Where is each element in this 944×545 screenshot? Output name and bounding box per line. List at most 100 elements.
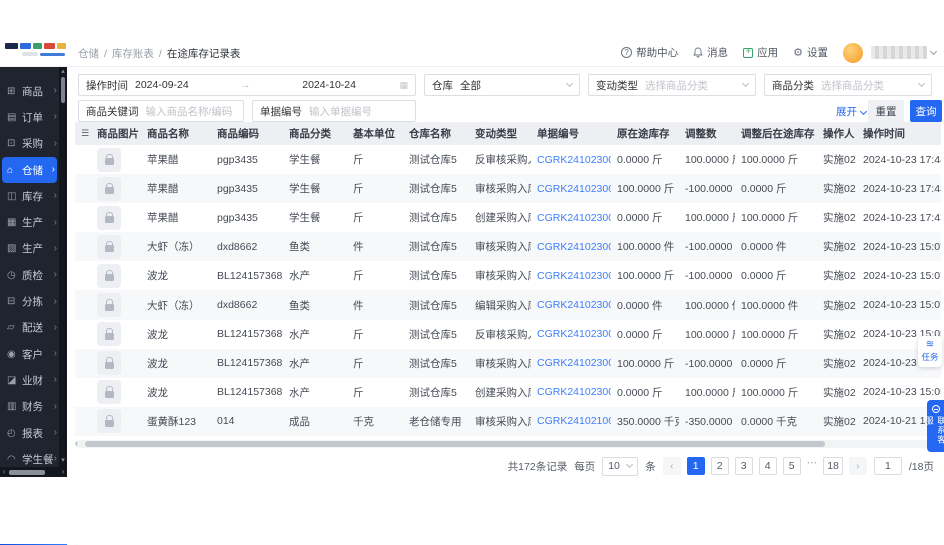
- chevron-right-icon: ›: [53, 85, 57, 97]
- next-page-button[interactable]: ›: [848, 457, 867, 475]
- sidebar-item-label: 订单: [22, 111, 43, 124]
- doc-number-link[interactable]: CGRK24102300001: [537, 328, 611, 340]
- doc-number-link[interactable]: CGRK24102300001: [537, 270, 611, 282]
- doc-number-link[interactable]: CGRK24102300001: [537, 299, 611, 311]
- breadcrumb-item: 在途库存记录表: [166, 48, 241, 60]
- page-button-2[interactable]: 2: [710, 457, 729, 475]
- sidebar-vertical-scrollbar[interactable]: [59, 67, 67, 467]
- sidebar-item-1[interactable]: ⊞ 商品 ›: [0, 78, 59, 104]
- cell-unit: 斤: [353, 183, 364, 196]
- student-meal-icon: ◠: [7, 453, 16, 465]
- sidebar-item-2[interactable]: ▤ 订单 ›: [0, 104, 59, 130]
- sidebar-item-12[interactable]: ◪ 业财 ›: [0, 367, 59, 393]
- sidebar-item-6[interactable]: ▦ 生产 ›: [0, 209, 59, 235]
- scroll-left-icon[interactable]: ‹: [75, 439, 78, 448]
- sidebar-item-13[interactable]: ▥ 财务 ›: [0, 394, 59, 420]
- apps-icon: [743, 46, 754, 58]
- expand-toggle[interactable]: 展开: [836, 104, 868, 119]
- cell-after: 0.0000 斤: [741, 357, 787, 370]
- change-type-label: 变动类型: [596, 79, 638, 92]
- sidebar-item-7[interactable]: ▧ 生产 ›: [0, 236, 59, 262]
- doc-number-link[interactable]: CGRK24102300002: [537, 154, 611, 166]
- cell-category: 水产: [289, 386, 310, 399]
- sidebar-horizontal-scrollbar[interactable]: [0, 467, 67, 477]
- product-image-placeholder: [97, 234, 121, 259]
- scrollbar-thumb[interactable]: [9, 469, 45, 475]
- apps-button[interactable]: 应用: [743, 45, 778, 60]
- cell-adjust: -100.0000 斤: [685, 183, 735, 196]
- doc-number-link[interactable]: CGRK24102300001: [537, 357, 611, 369]
- scroll-right-icon[interactable]: [59, 467, 67, 477]
- sidebar-item-5[interactable]: ◫ 库存 ›: [0, 183, 59, 209]
- column-settings-icon[interactable]: ☰: [75, 128, 91, 139]
- change-type-select[interactable]: 变动类型 选择商品分类: [588, 74, 756, 96]
- warehouse-select[interactable]: 仓库 全部: [424, 74, 580, 96]
- prev-page-button[interactable]: ‹: [662, 457, 681, 475]
- doc-number-link[interactable]: CGRK24102300002: [537, 212, 611, 224]
- tasks-widget[interactable]: ≋ 任务: [918, 336, 942, 367]
- table-body: 苹果醋pgp3435学生餐斤测试仓库5反审核采购入库CGRK2410230000…: [75, 145, 941, 436]
- category-select[interactable]: 商品分类 选择商品分类: [764, 74, 932, 96]
- keyword-input[interactable]: 商品关键词 输入商品名称/编码: [78, 100, 244, 122]
- breadcrumb-item[interactable]: 仓储: [78, 46, 99, 61]
- scroll-down-icon[interactable]: [59, 456, 67, 465]
- breadcrumb: 仓储 / 库存账表 / 在途库存记录表: [78, 46, 240, 61]
- doc-number-link[interactable]: CGRK24102300002: [537, 183, 611, 195]
- page-size-select[interactable]: 10: [602, 456, 639, 476]
- help-label: 帮助中心: [636, 47, 679, 59]
- doc-number-link[interactable]: CGRK24102300001: [537, 386, 611, 398]
- page-button-3[interactable]: 3: [734, 457, 753, 475]
- sidebar-item-8[interactable]: ◷ 质检 ›: [0, 262, 59, 288]
- qc-icon: ◷: [7, 269, 16, 281]
- chevron-right-icon: ›: [53, 400, 57, 412]
- sidebar-item-label: 分拣: [22, 296, 43, 309]
- settings-button[interactable]: 设置: [793, 45, 828, 60]
- doc-number-link[interactable]: CGRK24102300001: [537, 241, 611, 253]
- reset-button[interactable]: 重置: [868, 100, 904, 122]
- scrollbar-thumb[interactable]: [85, 441, 825, 447]
- sidebar-item-4[interactable]: ⌂ 仓储 ›: [2, 156, 57, 184]
- cell-adjust: 100.0000 斤: [685, 328, 735, 341]
- product-image-placeholder: [97, 380, 121, 405]
- lock-icon: [104, 357, 114, 369]
- sidebar-item-11[interactable]: ◉ 客户 ›: [0, 341, 59, 367]
- cell-unit: 件: [353, 299, 364, 312]
- docno-input[interactable]: 单据编号 输入单据编号: [252, 100, 416, 122]
- page-button-4[interactable]: 4: [758, 457, 777, 475]
- page-numbers: 1 2 3 4 5 ⋯ 18: [686, 457, 843, 475]
- page-button-1[interactable]: 1: [686, 457, 705, 475]
- cell-adjust: -100.0000 斤: [685, 270, 735, 283]
- cell-category: 鱼类: [289, 299, 310, 312]
- product-image-placeholder: [97, 322, 121, 347]
- doc-number-link[interactable]: CGRK24102100002: [537, 415, 611, 427]
- sidebar-item-9[interactable]: ⊟ 分拣 ›: [0, 288, 59, 314]
- table-row: 大虾（冻） dxd8662 鱼类 件 测试仓库5 审核采购入库 CGRK2410230000…: [75, 232, 941, 262]
- sidebar-item-14[interactable]: ◴ 报表 ›: [0, 420, 59, 446]
- breadcrumb-item[interactable]: 库存账表: [112, 46, 154, 61]
- scrollbar-thumb[interactable]: [61, 77, 65, 103]
- messages-button[interactable]: 消息: [693, 45, 728, 60]
- lock-icon: [104, 240, 114, 253]
- date-range-picker[interactable]: 操作时间 2024-09-24 → 2024-10-24: [78, 74, 416, 96]
- chevron-down-icon: [626, 460, 634, 469]
- sidebar-item-label: 财务: [22, 401, 43, 414]
- scroll-left-icon[interactable]: [0, 467, 8, 477]
- page-jump-input[interactable]: 1: [873, 457, 902, 475]
- page-button-5[interactable]: 5: [782, 457, 801, 475]
- cell-warehouse: 测试仓库5: [409, 183, 457, 196]
- table-horizontal-scrollbar[interactable]: ‹: [75, 439, 941, 448]
- table-row: 大虾（冻） dxd8662 鱼类 件 测试仓库5 编辑采购入库 CGRK2410230000…: [75, 290, 941, 320]
- cell-after: 0.0000 斤: [741, 270, 787, 283]
- contact-support-widget[interactable]: 联系客服: [925, 400, 944, 452]
- cell-operator: 实施02: [823, 299, 856, 312]
- sidebar-item-10[interactable]: ▱ 配送 ›: [0, 315, 59, 341]
- help-center-button[interactable]: 帮助中心: [621, 45, 678, 60]
- search-button[interactable]: 查询: [910, 100, 942, 122]
- chevron-right-icon: ›: [53, 242, 57, 254]
- page-button-18[interactable]: 18: [823, 457, 843, 475]
- user-menu[interactable]: [843, 42, 938, 63]
- pager-ellipsis: ⋯: [806, 457, 818, 469]
- sidebar-item-3[interactable]: ⊡ 采购 ›: [0, 131, 59, 157]
- gear-icon: [793, 46, 803, 59]
- scroll-up-icon[interactable]: [59, 67, 67, 76]
